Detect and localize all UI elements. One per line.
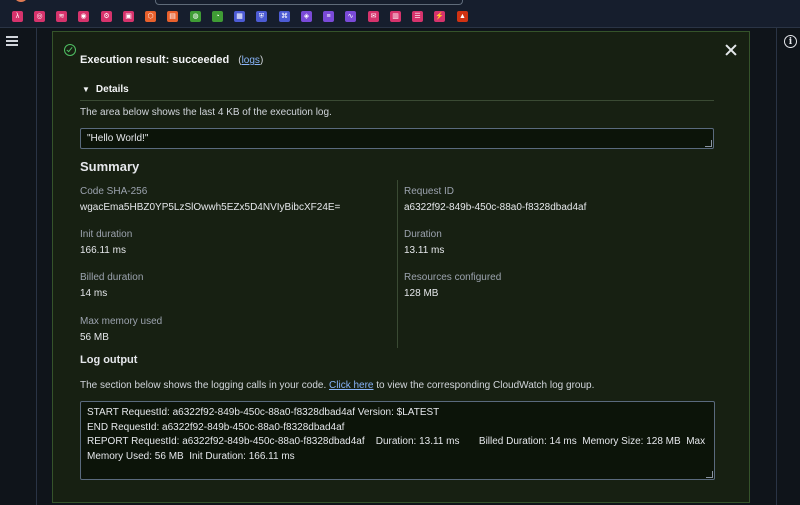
browser-indicator xyxy=(14,0,28,2)
code-sha-value: wgacEma5HBZ0YP5LzSlOwwh5EZx5D4NVIyBibcXF… xyxy=(80,202,341,213)
execution-output-text: "Hello World!" xyxy=(87,133,149,144)
caret-down-icon: ▼ xyxy=(82,85,90,94)
summary-heading: Summary xyxy=(80,159,140,174)
divider xyxy=(80,100,714,101)
log-desc-after: to view the corresponding CloudWatch log… xyxy=(376,380,595,391)
settings-icon[interactable]: ⚙ xyxy=(101,11,112,22)
duration-value: 13.11 ms xyxy=(404,245,445,256)
monitor-icon[interactable]: ▣ xyxy=(123,11,134,22)
network-icon[interactable]: ⌘ xyxy=(279,11,290,22)
container-icon[interactable]: ▤ xyxy=(167,11,178,22)
logs-icon[interactable]: ☰ xyxy=(412,11,423,22)
logs-link[interactable]: logs xyxy=(242,55,260,66)
alarm-icon[interactable]: ▲ xyxy=(457,11,468,22)
stream-icon[interactable]: ∿ xyxy=(345,11,356,22)
init-duration-label: Init duration xyxy=(80,229,133,240)
details-label: Details xyxy=(95,84,129,95)
billed-duration-value: 14 ms xyxy=(80,288,108,299)
log-output-text: START RequestId: a6322f92-849b-450c-88a0… xyxy=(87,407,706,462)
queue-icon[interactable]: ≡ xyxy=(323,11,334,22)
bot-icon[interactable]: ◉ xyxy=(78,11,89,22)
search-box-edge[interactable] xyxy=(155,0,463,5)
init-duration-value: 166.11 ms xyxy=(80,245,126,256)
log-output-heading: Log output xyxy=(80,354,138,366)
close-icon[interactable] xyxy=(724,43,738,57)
duration-label: Duration xyxy=(404,229,442,240)
shield-icon[interactable]: ⛨ xyxy=(256,11,267,22)
search-icon[interactable]: ◎ xyxy=(34,11,45,22)
bucket-icon[interactable]: ◔ xyxy=(212,11,223,22)
request-id-value: a6322f92-849b-450c-88a0-f8328dbad4af xyxy=(404,202,587,213)
metrics-icon[interactable]: ▥ xyxy=(390,11,401,22)
notify-icon[interactable]: ✉ xyxy=(368,11,379,22)
success-check-icon xyxy=(64,44,76,56)
summary-column-divider xyxy=(397,180,398,348)
billed-duration-label: Billed duration xyxy=(80,272,144,283)
execution-output-textarea[interactable]: "Hello World!" xyxy=(80,128,714,149)
storage-icon[interactable]: ◍ xyxy=(190,11,201,22)
request-id-label: Request ID xyxy=(404,186,455,197)
menu-icon[interactable] xyxy=(6,36,18,46)
lambda-icon[interactable]: λ xyxy=(12,11,23,22)
execution-result-title: Execution result: succeeded (logs) xyxy=(80,54,263,66)
events-icon[interactable]: ⚡ xyxy=(434,11,445,22)
logs-link-wrapper: (logs) xyxy=(238,55,263,66)
database-icon[interactable]: ▦ xyxy=(234,11,245,22)
compute-icon[interactable]: ⬡ xyxy=(145,11,156,22)
favorites-bar: λ ◎ ≋ ◉ ⚙ ▣ ⬡ ▤ ◍ ◔ ▦ ⛨ ⌘ ◈ ≡ ∿ ✉ ▥ ☰ ⚡ ▲ xyxy=(0,0,800,28)
log-desc-before: The section below shows the logging call… xyxy=(80,380,327,391)
max-memory-value: 56 MB xyxy=(80,332,109,343)
left-rail xyxy=(0,28,37,505)
info-icon[interactable]: i xyxy=(784,35,797,48)
analytics-icon[interactable]: ≋ xyxy=(56,11,67,22)
details-description: The area below shows the last 4 KB of th… xyxy=(80,107,332,118)
resize-handle-icon[interactable] xyxy=(705,140,712,147)
result-title-text: Execution result: succeeded xyxy=(80,54,230,66)
resize-handle-icon[interactable] xyxy=(706,471,713,478)
log-output-textarea[interactable]: START RequestId: a6322f92-849b-450c-88a0… xyxy=(80,401,715,480)
resources-label: Resources configured xyxy=(404,272,502,283)
log-output-description: The section below shows the logging call… xyxy=(80,380,594,391)
code-sha-label: Code SHA-256 xyxy=(80,186,148,197)
gateway-icon[interactable]: ◈ xyxy=(301,11,312,22)
details-toggle[interactable]: ▼ Details xyxy=(82,84,129,95)
right-rail xyxy=(776,28,800,505)
paren-close: ) xyxy=(259,55,264,66)
resources-value: 128 MB xyxy=(404,288,439,299)
max-memory-label: Max memory used xyxy=(80,316,163,327)
cloudwatch-link[interactable]: Click here xyxy=(329,380,373,391)
